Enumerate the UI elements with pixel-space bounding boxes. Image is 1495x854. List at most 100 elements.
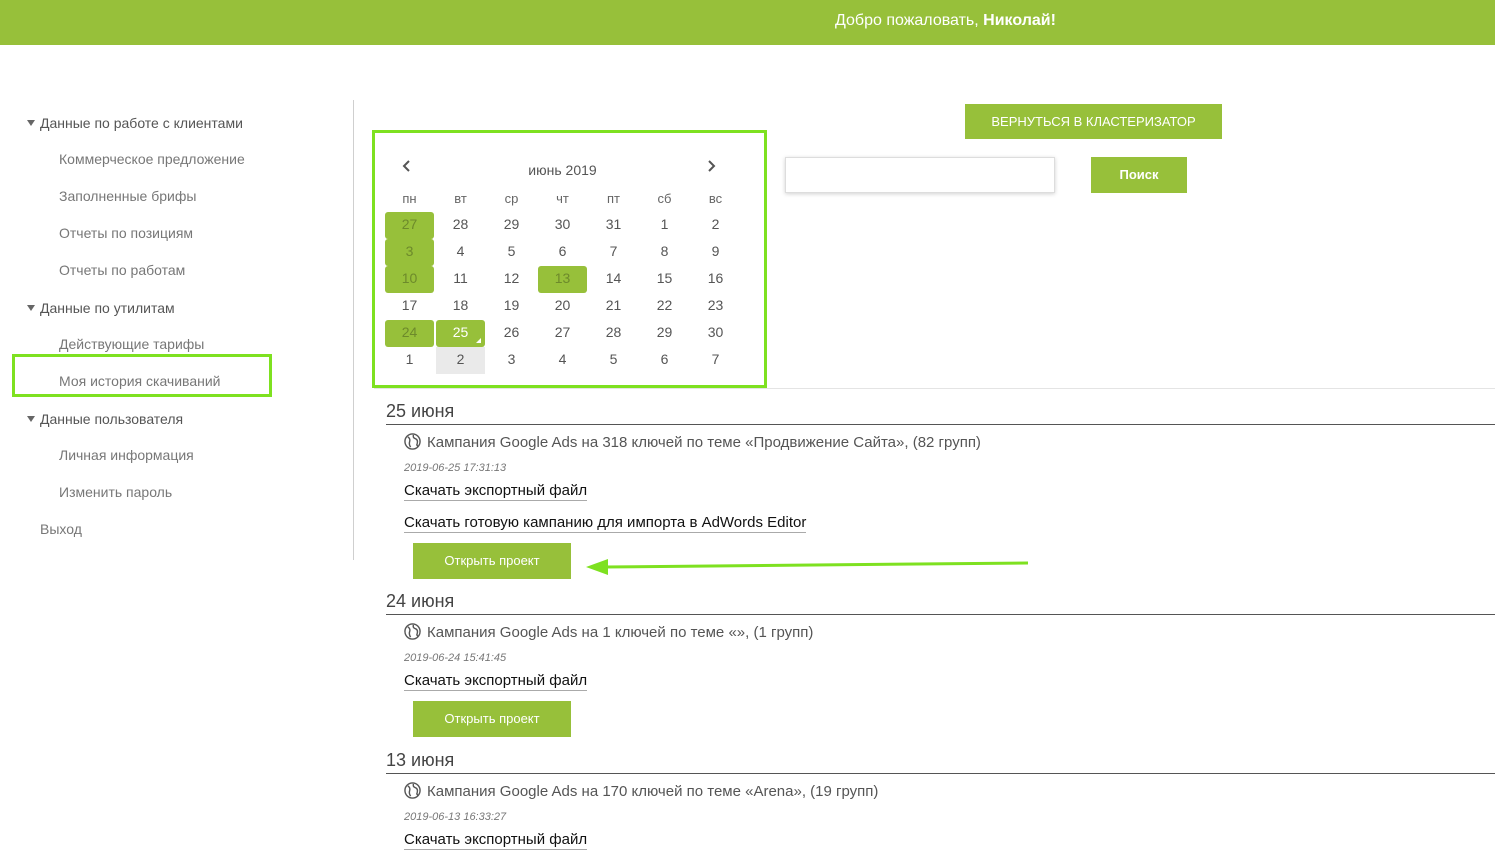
caret-down-icon <box>27 416 35 422</box>
sidebar-item-work-reports[interactable]: Отчеты по работам <box>59 262 185 278</box>
caret-down-icon <box>27 120 35 126</box>
calendar-day[interactable]: 27 <box>385 212 434 239</box>
calendar-day[interactable]: 8 <box>639 239 690 266</box>
calendar-day[interactable]: 26 <box>486 320 537 347</box>
calendar-day[interactable]: 29 <box>486 212 537 239</box>
calendar-day[interactable]: 6 <box>537 239 588 266</box>
calendar-day[interactable]: 6 <box>639 347 690 374</box>
calendar-day[interactable]: 11 <box>435 266 486 293</box>
top-bar: Добро пожаловать, Николай! <box>0 0 1495 45</box>
sidebar-item-position-reports[interactable]: Отчеты по позициям <box>59 225 193 241</box>
calendar-day[interactable]: 30 <box>690 320 741 347</box>
campaign-title: Кампания Google Ads на 1 ключей по теме … <box>404 623 813 641</box>
calendar-weekday: чт <box>556 191 569 206</box>
sidebar-item-briefs[interactable]: Заполненные брифы <box>59 188 196 204</box>
calendar-day[interactable]: 1 <box>639 212 690 239</box>
calendar-weekday: вс <box>708 191 723 206</box>
calendar-day[interactable]: 5 <box>588 347 639 374</box>
user-name: Николай! <box>983 12 1056 29</box>
calendar-day[interactable]: 13 <box>538 266 587 293</box>
date-heading: 13 июня <box>386 750 455 770</box>
calendar-weekdays: пн вт ср чт пт сб вс <box>384 185 741 212</box>
divider <box>374 388 1495 389</box>
calendar-day[interactable]: 22 <box>639 293 690 320</box>
calendar-day[interactable]: 4 <box>537 347 588 374</box>
calendar-weekday: пт <box>607 191 620 206</box>
date-divider <box>386 773 1495 774</box>
calendar-title: июнь 2019 <box>528 162 597 178</box>
date-heading: 24 июня <box>386 591 455 611</box>
sidebar <box>0 100 354 560</box>
calendar-weekday: пн <box>402 191 417 206</box>
sidebar-item-tariffs[interactable]: Действующие тарифы <box>59 336 204 352</box>
campaign-title: Кампания Google Ads на 170 ключей по тем… <box>404 782 878 800</box>
sidebar-item-commercial-offer[interactable]: Коммерческое предложение <box>59 151 245 167</box>
sidebar-group-utilities[interactable]: Данные по утилитам <box>27 300 175 316</box>
calendar-day[interactable]: 5 <box>486 239 537 266</box>
back-to-clusterizer-button[interactable]: ВЕРНУТЬСЯ В КЛАСТЕРИЗАТОР <box>965 104 1222 139</box>
calendar-day[interactable]: 25 <box>436 320 485 347</box>
globe-icon <box>404 782 421 799</box>
open-project-button[interactable]: Открыть проект <box>413 701 571 737</box>
date-divider <box>386 424 1495 425</box>
sidebar-item-exit[interactable]: Выход <box>40 521 82 537</box>
calendar-day[interactable]: 30 <box>537 212 588 239</box>
welcome-message: Добро пожаловать, Николай! <box>835 12 1056 30</box>
welcome-prefix: Добро пожаловать, <box>835 12 984 29</box>
timestamp: 2019-06-13 16:33:27 <box>404 811 507 823</box>
calendar-day[interactable]: 4 <box>435 239 486 266</box>
globe-icon <box>404 433 421 450</box>
open-project-button[interactable]: Открыть проект <box>413 543 571 579</box>
calendar-weekday: вт <box>454 191 467 206</box>
calendar-day[interactable]: 3 <box>385 239 434 266</box>
calendar-day[interactable]: 7 <box>690 347 741 374</box>
calendar-day[interactable]: 19 <box>486 293 537 320</box>
calendar-day[interactable]: 14 <box>588 266 639 293</box>
calendar-day[interactable]: 2 <box>690 212 741 239</box>
calendar-day[interactable]: 10 <box>385 266 434 293</box>
annotation-arrow <box>586 559 1029 575</box>
sidebar-group-user[interactable]: Данные пользователя <box>27 411 183 427</box>
calendar-day[interactable]: 27 <box>537 320 588 347</box>
calendar-day[interactable]: 20 <box>537 293 588 320</box>
calendar-header: июнь 2019 <box>384 155 741 185</box>
download-adwords-link[interactable]: Скачать готовую кампанию для импорта в A… <box>404 514 807 533</box>
calendar-day[interactable]: 15 <box>639 266 690 293</box>
campaign-title: Кампания Google Ads на 318 ключей по тем… <box>404 433 981 451</box>
sidebar-group-clients[interactable]: Данные по работе с клиентами <box>27 115 243 131</box>
download-export-link[interactable]: Скачать экспортный файл <box>404 672 588 691</box>
chevron-right-icon[interactable] <box>704 159 724 179</box>
calendar-day[interactable]: 21 <box>588 293 639 320</box>
calendar-weekday: сб <box>657 191 672 206</box>
calendar-day[interactable]: 7 <box>588 239 639 266</box>
timestamp: 2019-06-25 17:31:13 <box>404 462 507 474</box>
caret-down-icon <box>27 305 35 311</box>
calendar-day[interactable]: 9 <box>690 239 741 266</box>
date-heading: 25 июня <box>386 401 455 421</box>
calendar-days: 27 28 29 30 31 1 2 3 4 5 6 7 8 9 10 11 12 13 14 15 16 17 18 19 2… <box>384 212 741 374</box>
calendar-day[interactable]: 18 <box>435 293 486 320</box>
calendar-day[interactable]: 24 <box>385 320 434 347</box>
calendar-day[interactable]: 28 <box>588 320 639 347</box>
download-export-link[interactable]: Скачать экспортный файл <box>404 482 588 501</box>
sidebar-item-change-password[interactable]: Изменить пароль <box>59 484 172 500</box>
download-export-link[interactable]: Скачать экспортный файл <box>404 831 588 850</box>
globe-icon <box>404 623 421 640</box>
calendar-day[interactable]: 31 <box>588 212 639 239</box>
date-divider <box>386 614 1495 615</box>
calendar-day[interactable]: 16 <box>690 266 741 293</box>
search-button[interactable]: Поиск <box>1091 157 1187 193</box>
calendar-day[interactable]: 29 <box>639 320 690 347</box>
calendar-day[interactable]: 1 <box>384 347 435 374</box>
calendar-day[interactable]: 23 <box>690 293 741 320</box>
timestamp: 2019-06-24 15:41:45 <box>404 652 507 664</box>
calendar-day[interactable]: 3 <box>486 347 537 374</box>
calendar: июнь 2019 пн вт ср чт пт сб вс 27 28 29 30 31 1 2 3 4 5… <box>384 155 741 374</box>
calendar-weekday: ср <box>504 191 519 206</box>
calendar-day[interactable]: 12 <box>486 266 537 293</box>
sidebar-item-personal-info[interactable]: Личная информация <box>59 447 194 463</box>
calendar-day[interactable]: 28 <box>435 212 486 239</box>
calendar-day[interactable]: 17 <box>384 293 435 320</box>
calendar-day[interactable]: 2 <box>436 347 485 374</box>
search-input[interactable] <box>785 157 1055 193</box>
